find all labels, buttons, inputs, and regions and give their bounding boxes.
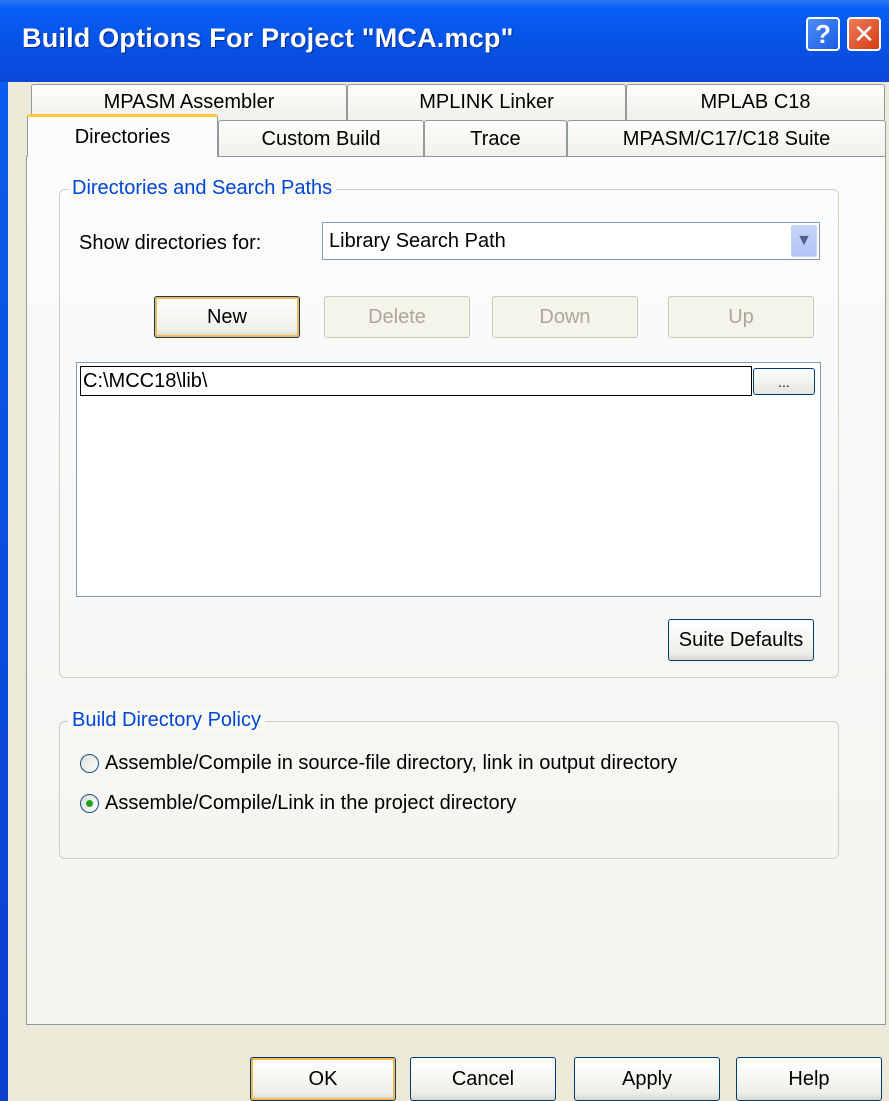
tab-directories[interactable]: Directories	[27, 114, 218, 157]
help-icon[interactable]: ?	[806, 17, 840, 51]
help-button[interactable]: Help	[736, 1057, 882, 1101]
suite-defaults-button[interactable]: Suite Defaults	[668, 619, 814, 661]
show-directories-value: Library Search Path	[329, 229, 506, 252]
dialog-client: MPASM Assembler MPLINK Linker MPLAB C18 …	[8, 82, 889, 1101]
tab-custom-build[interactable]: Custom Build	[218, 120, 424, 157]
new-button[interactable]: New	[154, 296, 300, 338]
cancel-button[interactable]: Cancel	[410, 1057, 556, 1101]
show-directories-label: Show directories for:	[79, 232, 262, 254]
up-button[interactable]: Up	[668, 296, 814, 338]
tab-trace[interactable]: Trace	[424, 120, 567, 157]
tab-mplink-linker[interactable]: MPLINK Linker	[347, 84, 626, 120]
radio-button[interactable]	[80, 754, 99, 773]
show-directories-select[interactable]: Library Search Path ▼	[322, 222, 820, 260]
policy-option-label: Assemble/Compile in source-file director…	[105, 752, 678, 774]
directories-groupbox: Directories and Search Paths Show direct…	[59, 177, 839, 678]
build-directory-policy-groupbox: Build Directory Policy Assemble/Compile …	[59, 709, 839, 859]
window-title: Build Options For Project "MCA.mcp"	[22, 23, 514, 53]
search-path-list[interactable]: C:\MCC18\lib\ ...	[76, 362, 821, 597]
directories-tab-panel: Directories and Search Paths Show direct…	[26, 156, 886, 1025]
policy-option-project-dir[interactable]: Assemble/Compile/Link in the project dir…	[80, 792, 516, 815]
path-edit-field[interactable]: C:\MCC18\lib\	[80, 366, 752, 396]
chevron-down-icon[interactable]: ▼	[791, 225, 817, 257]
tab-mplab-c18[interactable]: MPLAB C18	[626, 84, 885, 120]
radio-button-checked[interactable]	[80, 794, 99, 813]
policy-option-label: Assemble/Compile/Link in the project dir…	[105, 792, 517, 814]
down-button[interactable]: Down	[492, 296, 638, 338]
tab-mpasm-c17-c18-suite[interactable]: MPASM/C17/C18 Suite	[567, 120, 886, 157]
ok-button[interactable]: OK	[250, 1057, 396, 1101]
delete-button[interactable]: Delete	[324, 296, 470, 338]
build-options-window: Build Options For Project "MCA.mcp" ? ✕ …	[0, 0, 889, 1101]
close-icon[interactable]: ✕	[847, 17, 881, 51]
policy-option-source-dir[interactable]: Assemble/Compile in source-file director…	[80, 752, 677, 775]
policy-group-legend: Build Directory Policy	[68, 709, 265, 732]
title-bar[interactable]: Build Options For Project "MCA.mcp" ? ✕	[0, 0, 889, 82]
browse-button[interactable]: ...	[753, 368, 815, 395]
apply-button[interactable]: Apply	[574, 1057, 720, 1101]
directories-group-legend: Directories and Search Paths	[68, 177, 337, 200]
